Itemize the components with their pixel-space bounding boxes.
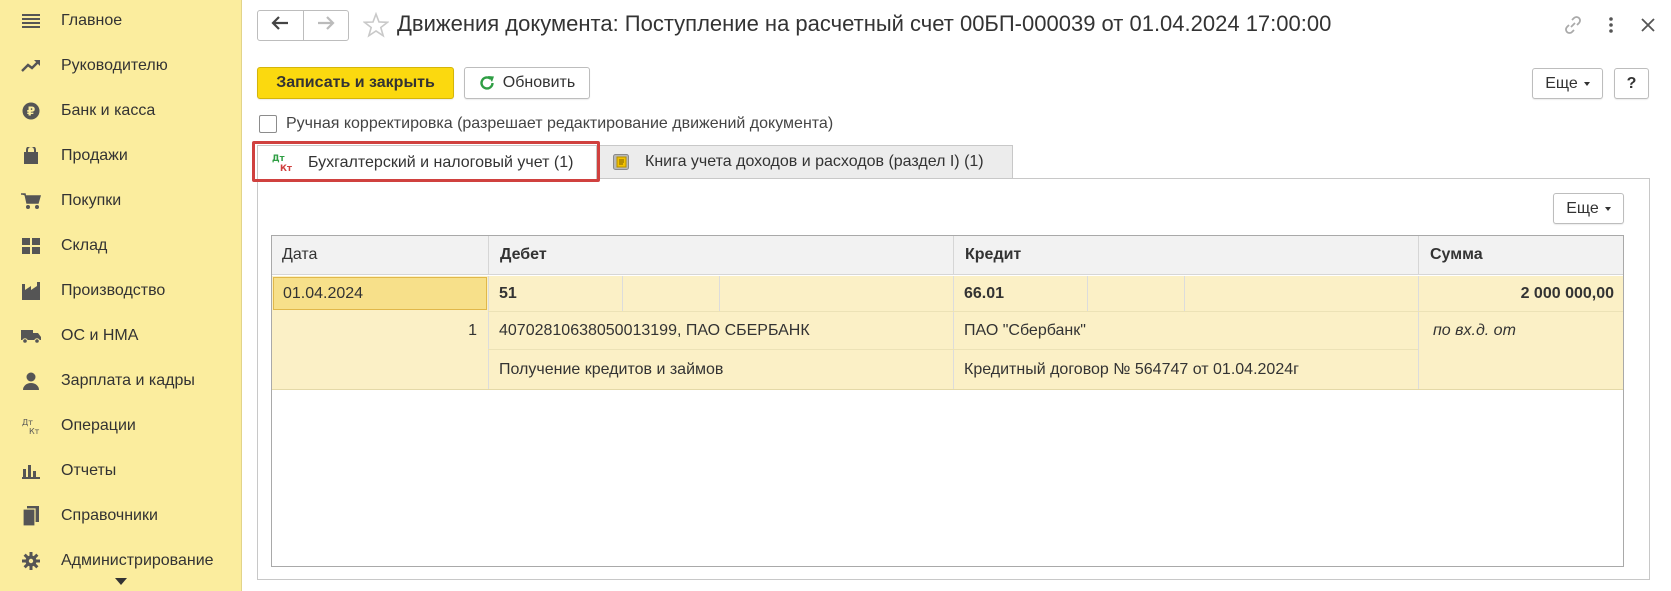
favorite-star-icon[interactable] — [362, 11, 390, 38]
column-header-credit[interactable]: Кредит — [953, 236, 1418, 275]
refresh-icon — [479, 75, 495, 91]
trend-icon — [20, 55, 42, 77]
document-note-cell[interactable]: по вх.д. от — [1433, 312, 1618, 349]
page-title: Движения документа: Поступление на расче… — [397, 11, 1332, 36]
sidebar-item-salary[interactable]: Зарплата и кадры — [0, 358, 242, 403]
sidebar-item-label: Отчеты — [61, 461, 117, 479]
dt-kt-icon: Дт Кт — [20, 415, 42, 437]
ledger-book-icon — [613, 154, 629, 170]
sidebar-item-label: Администрирование — [61, 551, 214, 569]
debit-subconto-2-cell[interactable]: Получение кредитов и займов — [499, 350, 949, 389]
sidebar-item-fixed-assets[interactable]: ОС и НМА — [0, 313, 242, 358]
sidebar-item-label: Зарплата и кадры — [61, 371, 195, 389]
help-button[interactable]: ? — [1614, 68, 1649, 99]
column-header-debit[interactable]: Дебет — [488, 236, 953, 275]
arrow-left-icon — [271, 16, 289, 35]
refresh-button[interactable]: Обновить — [464, 67, 590, 99]
sidebar-item-production[interactable]: Производство — [0, 268, 242, 313]
svg-text:Кт: Кт — [280, 164, 292, 173]
sidebar-item-label: Руководителю — [61, 56, 168, 74]
link-icon[interactable] — [1562, 14, 1584, 36]
divider — [1184, 276, 1185, 311]
tab-label: Книга учета доходов и расходов (раздел I… — [645, 153, 984, 170]
caret-down-icon — [1604, 206, 1611, 211]
sidebar-item-label: Операции — [61, 416, 136, 434]
manual-correction-row: Ручная корректировка (разрешает редактир… — [259, 113, 833, 135]
sidebar-item-operations[interactable]: Дт Кт Операции — [0, 403, 242, 448]
sidebar-item-label: Склад — [61, 236, 108, 254]
sidebar-item-label: Главное — [61, 11, 123, 29]
credit-subconto-2-cell[interactable]: Кредитный договор № 564747 от 01.04.2024… — [964, 350, 1414, 389]
shopping-bag-icon — [20, 145, 42, 167]
sidebar-item-label: Банк и касса — [61, 101, 156, 119]
sidebar-item-warehouse[interactable]: Склад — [0, 223, 242, 268]
svg-text:Кт: Кт — [29, 427, 40, 435]
sidebar-item-label: Производство — [61, 281, 166, 299]
person-icon — [20, 370, 42, 392]
back-button[interactable] — [258, 11, 303, 40]
more-label: Еще — [1545, 74, 1578, 92]
row-number-cell: 1 — [468, 321, 477, 339]
movements-table[interactable]: Дата Дебет Кредит Сумма 01.04.2024 1 51 … — [271, 235, 1624, 567]
menu-icon — [20, 10, 42, 32]
sidebar-item-bank[interactable]: ₽ Банк и касса — [0, 88, 242, 133]
gear-icon — [20, 550, 42, 572]
caret-down-icon — [115, 572, 127, 590]
divider — [488, 276, 489, 389]
sidebar-item-reports[interactable]: Отчеты — [0, 448, 242, 493]
credit-subconto-1-cell[interactable]: ПАО "Сбербанк" — [964, 312, 1414, 349]
debit-subconto-1-cell[interactable]: 40702810638050013199, ПАО СБЕРБАНК — [499, 312, 949, 349]
date-cell[interactable]: 01.04.2024 — [273, 277, 487, 310]
dt-kt-icon: Дт Кт — [272, 153, 294, 173]
more-vertical-icon[interactable] — [1600, 14, 1622, 36]
truck-icon — [20, 325, 42, 347]
manual-correction-checkbox[interactable] — [259, 115, 277, 133]
tab-income-expense-book[interactable]: Книга учета доходов и расходов (раздел I… — [598, 145, 1013, 179]
sidebar-item-main[interactable]: Главное — [0, 0, 242, 43]
cart-icon — [20, 190, 42, 212]
factory-icon — [20, 280, 42, 302]
divider — [953, 276, 954, 389]
table-more-button[interactable]: Еще — [1553, 193, 1624, 224]
amount-cell[interactable]: 2 000 000,00 — [1419, 276, 1614, 311]
sidebar-item-label: ОС и НМА — [61, 326, 139, 344]
svg-text:Дт: Дт — [22, 418, 33, 427]
bar-chart-icon — [20, 460, 42, 482]
divider — [719, 276, 720, 311]
forward-button[interactable] — [302, 11, 349, 40]
sidebar-item-label: Покупки — [61, 191, 122, 209]
caret-down-icon — [1583, 81, 1590, 86]
more-label: Еще — [1566, 199, 1599, 217]
save-and-close-button[interactable]: Записать и закрыть — [257, 67, 454, 99]
debit-account-cell[interactable]: 51 — [499, 276, 619, 311]
tab-accounting[interactable]: Дт Кт Бухгалтерский и налоговый учет (1) — [257, 145, 597, 179]
arrow-right-icon — [317, 16, 335, 35]
svg-text:₽: ₽ — [27, 104, 35, 118]
svg-text:Дт: Дт — [272, 154, 285, 164]
sidebar-scroll-down[interactable] — [0, 570, 242, 591]
sidebar-item-label: Продажи — [61, 146, 128, 164]
column-header-date[interactable]: Дата — [272, 236, 488, 275]
divider — [622, 276, 623, 311]
sidebar-item-directories[interactable]: Справочники — [0, 493, 242, 538]
tab-label: Бухгалтерский и налоговый учет (1) — [308, 153, 574, 171]
manual-correction-label[interactable]: Ручная корректировка (разрешает редактир… — [286, 115, 833, 133]
ruble-coin-icon: ₽ — [20, 100, 42, 122]
sidebar: Главное Руководителю ₽ Банк и касса Прод… — [0, 0, 242, 591]
divider — [1087, 276, 1088, 311]
warehouse-grid-icon — [20, 235, 42, 257]
sidebar-item-label: Справочники — [61, 506, 158, 524]
more-button[interactable]: Еще — [1532, 68, 1603, 99]
books-icon — [20, 505, 42, 527]
sidebar-item-sales[interactable]: Продажи — [0, 133, 242, 178]
sidebar-item-manager[interactable]: Руководителю — [0, 43, 242, 88]
sidebar-item-purchases[interactable]: Покупки — [0, 178, 242, 223]
history-nav — [257, 10, 349, 41]
credit-account-cell[interactable]: 66.01 — [964, 276, 1084, 311]
close-icon[interactable] — [1637, 14, 1659, 36]
column-header-amount[interactable]: Сумма — [1418, 236, 1623, 275]
divider — [272, 389, 1623, 390]
refresh-label: Обновить — [502, 74, 576, 91]
